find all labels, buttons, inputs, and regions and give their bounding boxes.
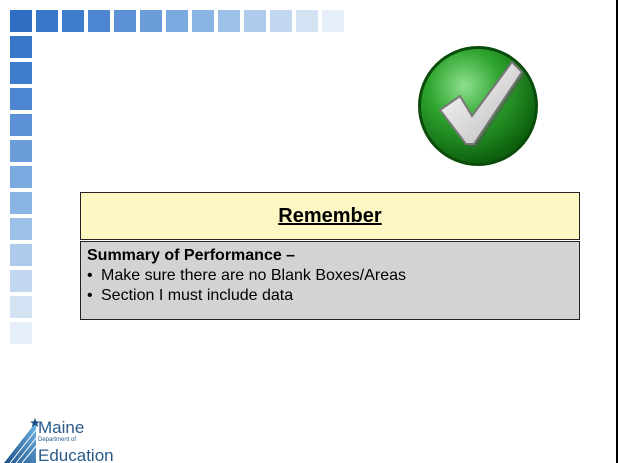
band-square <box>244 10 266 32</box>
logo-line-department: Department of <box>38 437 77 443</box>
logo-line-maine: Maine <box>38 418 85 437</box>
band-square <box>36 10 58 32</box>
band-square <box>10 10 32 32</box>
summary-subtitle: Summary of Performance – <box>87 247 296 264</box>
bullet-icon: • <box>87 267 93 284</box>
band-square <box>270 10 292 32</box>
band-square <box>166 10 188 32</box>
bullet-icon: • <box>87 287 93 304</box>
band-square <box>10 192 32 214</box>
band-square <box>10 296 32 318</box>
band-square <box>10 270 32 292</box>
logo-line-education: Education <box>38 446 114 463</box>
band-square <box>322 10 344 32</box>
band-square <box>296 10 318 32</box>
remember-title: Remember <box>278 204 382 227</box>
bullet-text: Make sure there are no Blank Boxes/Areas <box>101 267 407 284</box>
slide: Remember Summary of Performance – • Make… <box>0 0 618 463</box>
green-checkmark-icon <box>418 46 538 166</box>
remember-body: Summary of Performance – • Make sure the… <box>80 241 580 320</box>
band-square <box>192 10 214 32</box>
band-square <box>10 62 32 84</box>
remember-header: Remember <box>80 192 580 240</box>
maine-doe-logo: Maine Department of Education <box>0 416 140 463</box>
logo-mark-icon <box>4 418 40 463</box>
band-square <box>10 322 32 344</box>
list-item: • Section I must include data <box>87 286 573 306</box>
band-square <box>218 10 240 32</box>
band-square <box>10 114 32 136</box>
band-square <box>10 166 32 188</box>
band-square <box>10 36 32 58</box>
band-square <box>10 140 32 162</box>
band-square <box>114 10 136 32</box>
list-item: • Make sure there are no Blank Boxes/Are… <box>87 266 573 286</box>
band-square <box>10 244 32 266</box>
band-square <box>88 10 110 32</box>
bullet-text: Section I must include data <box>101 287 294 304</box>
band-square <box>10 218 32 240</box>
band-square <box>10 88 32 110</box>
band-square <box>140 10 162 32</box>
band-square <box>62 10 84 32</box>
